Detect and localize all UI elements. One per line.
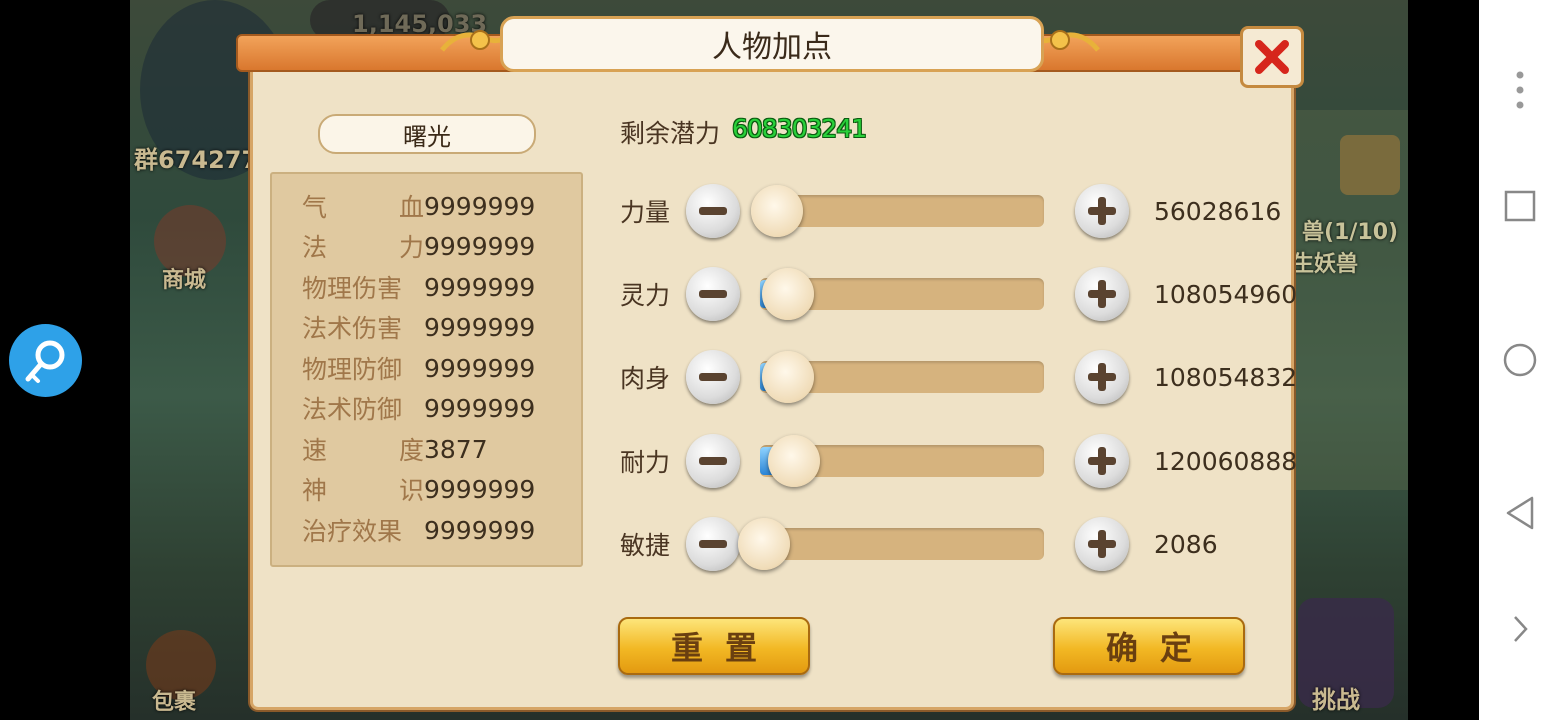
stat-value: 3877 [424, 434, 488, 464]
square-icon[interactable] [1479, 188, 1560, 224]
agility-plus-button[interactable] [1075, 517, 1129, 571]
strength-minus-button[interactable] [686, 184, 740, 238]
stat-label: 血 [398, 193, 424, 222]
magnifier-key-icon[interactable] [9, 324, 82, 397]
stat-label: 度 [398, 436, 424, 465]
stat-value: 9999999 [424, 231, 536, 261]
minus-icon [699, 373, 727, 381]
stat-label: 物理防御 [302, 355, 403, 384]
minus-icon [699, 540, 727, 548]
strength-slider-handle[interactable] [751, 185, 803, 237]
agility-minus-button[interactable] [686, 517, 740, 571]
more-vertical-icon[interactable] [1479, 70, 1560, 110]
stat-label: 治疗效果 [302, 517, 403, 546]
character-stats-panel: 气 血 9999999 法 力 9999999 物理伤害 9999999 法术伤害 … [270, 172, 583, 567]
attribute-label-body: 肉身 [620, 364, 671, 393]
plus-icon [1088, 530, 1116, 558]
stat-value: 9999999 [424, 353, 536, 383]
body-plus-button[interactable] [1075, 350, 1129, 404]
stat-value: 9999999 [424, 191, 536, 221]
chevron-right-icon[interactable] [1479, 612, 1560, 646]
stat-value: 9999999 [424, 272, 536, 302]
stat-label: 神 [302, 476, 328, 505]
stat-row-physical-damage: 物理伤害 9999999 [302, 267, 535, 307]
stat-label: 法术防御 [302, 395, 403, 424]
attribute-value-strength: 56028616 [1154, 196, 1282, 226]
attribute-label-agility: 敏捷 [620, 531, 671, 560]
stat-label: 法术伤害 [302, 314, 403, 343]
attribute-value-agility: 2086 [1154, 529, 1218, 559]
stat-row-hp: 气 血 9999999 [302, 186, 535, 226]
stat-row-physical-defense: 物理防御 9999999 [302, 348, 535, 388]
stat-row-spirit: 神 识 9999999 [302, 469, 535, 509]
stat-row-speed: 速 度 3877 [302, 429, 488, 469]
stat-row-healing: 治疗效果 9999999 [302, 510, 535, 550]
attribute-label-strength: 力量 [620, 198, 671, 227]
close-x-icon[interactable] [1254, 39, 1290, 75]
body-minus-button[interactable] [686, 350, 740, 404]
stat-value: 9999999 [424, 515, 536, 545]
stat-row-magic-damage: 法术伤害 9999999 [302, 307, 535, 347]
circle-icon[interactable] [1479, 342, 1560, 378]
attribute-value-endurance: 120060888 [1154, 446, 1298, 476]
endurance-minus-button[interactable] [686, 434, 740, 488]
remaining-potential-value: 608303241 [732, 114, 867, 143]
plus-icon [1088, 280, 1116, 308]
pet-quest-title[interactable]: 兽(1/10) [1302, 214, 1398, 246]
close-button[interactable] [1240, 26, 1304, 88]
spirit-power-plus-button[interactable] [1075, 267, 1129, 321]
stat-label: 力 [398, 233, 424, 262]
stat-value: 9999999 [424, 312, 536, 342]
endurance-plus-button[interactable] [1075, 434, 1129, 488]
plus-icon [1088, 363, 1116, 391]
plus-icon [1088, 447, 1116, 475]
stat-label: 气 [302, 193, 328, 222]
stat-value: 9999999 [424, 393, 536, 423]
stat-value: 9999999 [424, 474, 536, 504]
plus-icon [1088, 197, 1116, 225]
pet-quest-subtitle[interactable]: 生妖兽 [1292, 246, 1358, 278]
attribute-value-spirit-power: 108054960 [1154, 279, 1298, 309]
minus-icon [699, 457, 727, 465]
spirit-power-slider-handle[interactable] [762, 268, 814, 320]
stat-label: 速 [302, 436, 328, 465]
challenge-label[interactable]: 挑战 [1312, 680, 1360, 715]
stat-label: 物理伤害 [302, 274, 403, 303]
bag-label[interactable]: 包裹 [152, 684, 196, 716]
attribute-label-spirit-power: 灵力 [620, 281, 671, 310]
attribute-label-endurance: 耐力 [620, 448, 671, 477]
body-slider-handle[interactable] [762, 351, 814, 403]
stat-label: 识 [398, 476, 424, 505]
group-number-text: 群674277 [134, 146, 259, 174]
shop-label[interactable]: 商城 [162, 262, 206, 294]
minus-icon [699, 290, 727, 298]
stat-row-magic-defense: 法术防御 9999999 [302, 388, 535, 428]
confirm-button[interactable]: 确定 [1053, 617, 1245, 675]
reset-button[interactable]: 重置 [618, 617, 810, 675]
spirit-power-minus-button[interactable] [686, 267, 740, 321]
stat-row-mp: 法 力 9999999 [302, 226, 535, 266]
triangle-back-icon[interactable] [1479, 494, 1560, 532]
agility-slider[interactable] [760, 528, 1044, 560]
dialog-title: 人物加点 [500, 16, 1044, 72]
character-name: 曙光 [318, 114, 536, 154]
minus-icon [699, 207, 727, 215]
heart-arrow-icon[interactable] [1340, 135, 1400, 195]
system-navigation-bar [1479, 0, 1560, 720]
strength-plus-button[interactable] [1075, 184, 1129, 238]
agility-slider-handle[interactable] [738, 518, 790, 570]
stat-label: 法 [302, 233, 328, 262]
endurance-slider-handle[interactable] [768, 435, 820, 487]
remaining-potential-label: 剩余潜力 [620, 119, 721, 148]
attribute-value-body: 108054832 [1154, 362, 1298, 392]
